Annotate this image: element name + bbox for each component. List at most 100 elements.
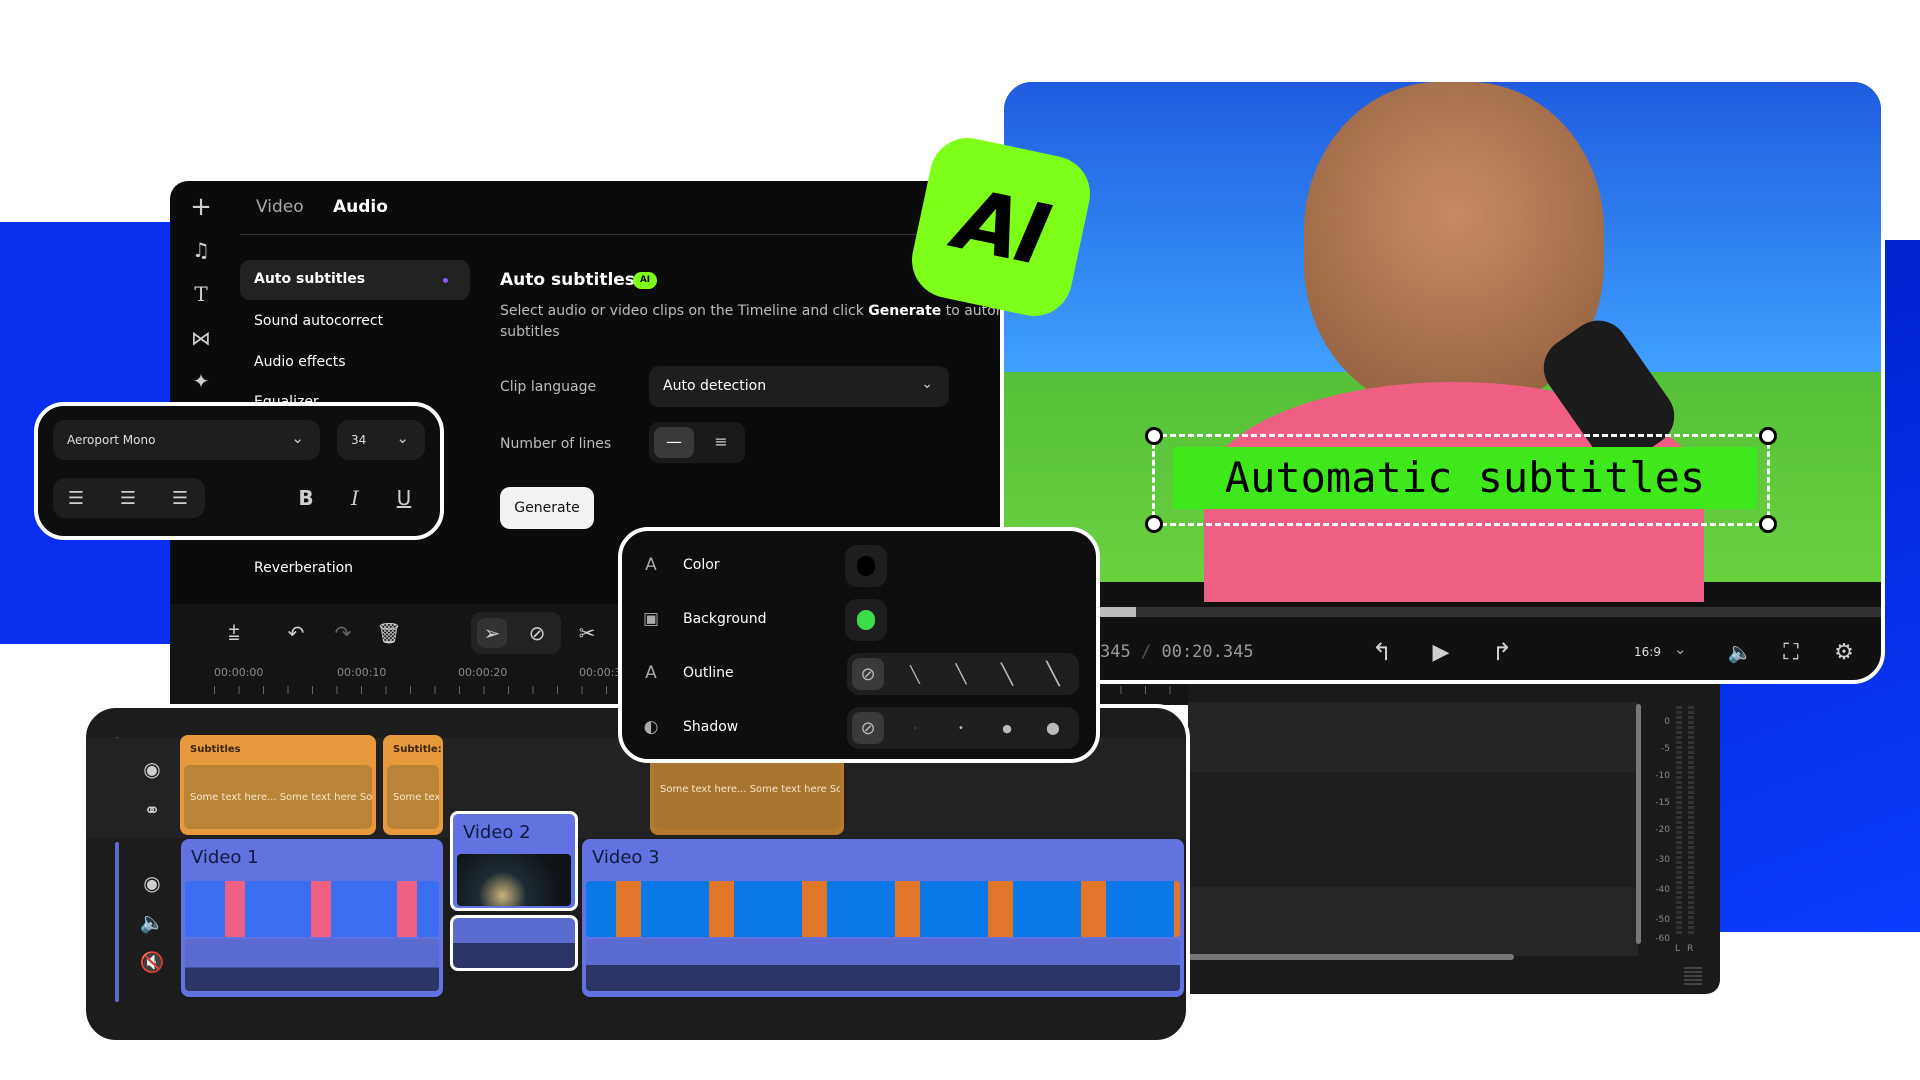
video-clip[interactable]: Video 2 [450,811,578,911]
music-icon[interactable]: ♫ [186,235,216,265]
forward-icon[interactable]: ↱ [1487,637,1517,667]
mute-icon[interactable]: 🔇 [137,947,167,977]
video-clip[interactable]: Video 3 [582,839,1184,997]
play-icon[interactable]: ▶ [1426,637,1456,667]
font-settings-panel: Aeroport Mono ⌄ 34 ⌄ ☰ ☰ ☰ B I U [34,402,444,540]
subtitle-clip[interactable]: Subtitles Some text here... Some text her… [180,735,376,835]
razor-tool-icon[interactable]: ⊘ [522,618,552,648]
time-label: 00:00:20 [458,666,508,679]
outline-option[interactable]: ╲ [899,658,931,690]
level-scale-label: -15 [1655,798,1670,808]
chevron-down-icon[interactable]: ⌄ [1674,640,1687,658]
audio-mixer: 0 -5 -10 -15 -20 -30 -40 -50 -60 L R [1188,682,1720,994]
video-track-bar [115,842,119,1002]
video-clip[interactable]: Video 1 [181,839,443,997]
alignment-group: ☰ ☰ ☰ [53,478,205,518]
lines-toggle: — ≡ [649,422,745,463]
none-option-icon[interactable]: ⊘ [852,658,884,690]
level-scale-label: -10 [1655,771,1670,781]
align-left-icon[interactable]: ☰ [61,483,91,513]
font-family-value: Aeroport Mono [67,433,156,447]
level-scale-label: -60 [1655,934,1670,944]
audio-clip[interactable] [450,915,578,971]
meter-right [1688,706,1694,936]
volume-icon[interactable]: 🔈 [1725,637,1755,667]
progress-track[interactable] [1004,607,1881,617]
background-icon: ▣ [642,609,660,629]
outline-option[interactable]: ╲ [991,658,1023,690]
shadow-option[interactable]: ● [991,712,1023,744]
volume-icon[interactable]: 🔈 [137,907,167,937]
tab-audio[interactable]: Audio [333,197,388,217]
time-total: 00:20.345 [1161,642,1254,662]
channel-label-l: L [1675,944,1681,954]
section-description-line2: subtitles [500,324,560,340]
select-tool-icon[interactable]: ➢ [477,618,507,648]
eye-icon[interactable]: ◉ [137,868,167,898]
menu-item-auto-subtitles[interactable]: Auto subtitles [240,260,470,300]
resize-handle[interactable] [1759,427,1777,445]
transition-icon[interactable]: ⋈ [186,323,216,353]
text-icon[interactable]: T [186,279,216,309]
level-scale-label: 0 [1664,717,1670,727]
desc-text: Select audio or video clips on the Timel… [500,303,869,319]
subtitle-selection-box[interactable]: Automatic subtitles [1145,427,1777,533]
rewind-icon[interactable]: ↰ [1367,637,1397,667]
subtitle-clip[interactable]: Subtitle: Some text [383,735,443,835]
menu-item-reverberation[interactable]: Reverberation [254,560,353,576]
settings-gear-icon[interactable]: ⚙ [1829,637,1859,667]
one-line-button[interactable]: — [654,427,694,458]
level-scale-label: -20 [1655,825,1670,835]
trash-icon[interactable]: 🗑 [374,618,404,648]
time-label: 00:00:00 [214,666,264,679]
add-track-icon[interactable]: ⩲ [219,618,249,648]
tab-video[interactable]: Video [256,197,304,217]
resize-handle[interactable] [1759,515,1777,533]
horizontal-scrollbar[interactable] [1188,954,1514,960]
chevron-down-icon: ⌄ [921,376,933,392]
time-label: 00:00:10 [337,666,387,679]
none-option-icon[interactable]: ⊘ [852,712,884,744]
shadow-option[interactable]: ⬤ [1037,712,1069,744]
shadow-options: ⊘ · • ● ⬤ [847,707,1079,749]
two-lines-button[interactable]: ≡ [701,427,741,458]
shadow-option[interactable]: • [945,712,977,744]
audio-waveform [586,939,1180,991]
menu-item-sound-autocorrect[interactable]: Sound autocorrect [254,313,383,329]
font-family-dropdown[interactable]: Aeroport Mono ⌄ [53,420,320,460]
menu-item-audio-effects[interactable]: Audio effects [254,354,346,370]
level-scale-label: -40 [1655,885,1670,895]
subtitle-text[interactable]: Automatic subtitles [1173,447,1757,509]
unlink-icon[interactable]: ⚭ [137,795,167,825]
chevron-down-icon: ⌄ [396,429,409,447]
number-of-lines-label: Number of lines [500,436,612,452]
scissors-icon[interactable]: ✂ [572,618,602,648]
font-size-dropdown[interactable]: 34 ⌄ [337,420,425,460]
generate-button[interactable]: Generate [500,487,594,529]
redo-icon[interactable]: ↷ [328,618,358,648]
align-center-icon[interactable]: ☰ [113,483,143,513]
shadow-option[interactable]: · [899,712,931,744]
resize-handle[interactable] [1145,515,1163,533]
sparkle-icon[interactable]: ✦ [186,366,216,396]
level-scale-label: -50 [1655,915,1670,925]
time-display: 345 / 00:20.345 [1100,642,1254,662]
aspect-ratio-value[interactable]: 16:9 [1634,645,1661,659]
underline-button[interactable]: U [389,483,419,513]
undo-icon[interactable]: ↶ [281,618,311,648]
italic-button[interactable]: I [340,483,370,513]
align-right-icon[interactable]: ☰ [165,483,195,513]
bold-button[interactable]: B [291,483,321,513]
mixer-grid-icon[interactable] [1684,967,1702,987]
color-swatch-button[interactable] [845,545,887,587]
outline-option[interactable]: ╲ [945,658,977,690]
clip-language-dropdown[interactable]: Auto detection ⌄ [649,366,949,407]
vertical-scrollbar[interactable] [1636,704,1641,944]
resize-handle[interactable] [1145,427,1163,445]
clip-text: Some text here... Some text here Son [184,765,372,829]
plus-icon[interactable]: + [186,192,216,222]
outline-option[interactable]: ╲ [1037,658,1069,690]
eye-icon[interactable]: ◉ [137,754,167,784]
color-swatch-button[interactable] [845,599,887,641]
fullscreen-icon[interactable]: ⛶ [1776,637,1806,667]
